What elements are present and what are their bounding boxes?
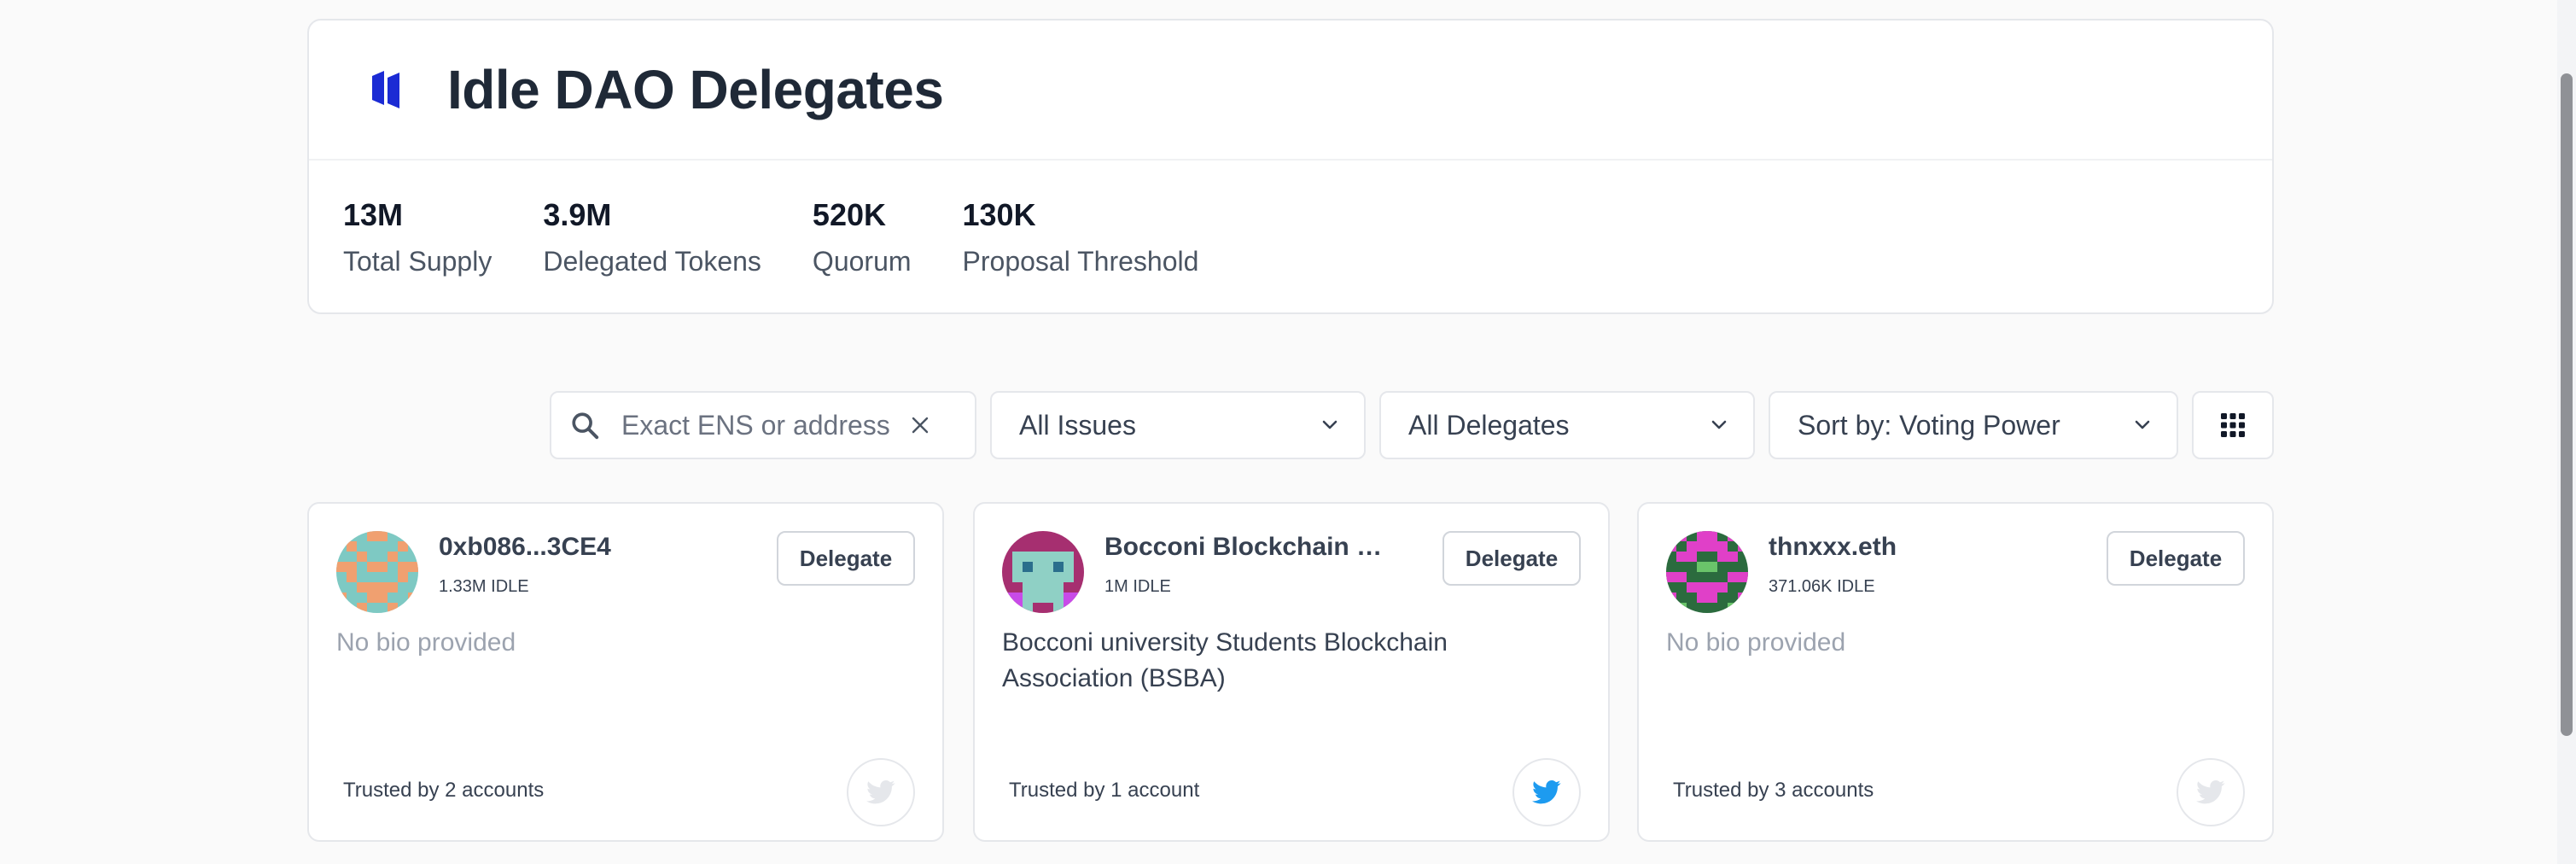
stat-delegated-tokens: 3.9M Delegated Tokens [543, 196, 761, 277]
grid-view-button[interactable] [2192, 391, 2274, 459]
page-scrollbar[interactable] [2557, 0, 2576, 864]
delegate-card[interactable]: thnxxx.eth 371.06K IDLE Delegate No bio … [1637, 502, 2274, 842]
stat-quorum: 520K Quorum [813, 196, 912, 277]
delegate-card[interactable]: Bocconi Blockchain C... 1M IDLE Delegate… [973, 502, 1610, 842]
stat-label: Total Supply [343, 246, 492, 277]
close-icon[interactable] [910, 415, 930, 435]
stat-value: 3.9M [543, 197, 612, 232]
stat-label: Delegated Tokens [543, 246, 761, 277]
grid-icon [2221, 413, 2245, 437]
twitter-icon [2196, 779, 2225, 804]
twitter-icon [866, 779, 895, 804]
chevron-down-icon [1711, 420, 1727, 429]
delegate-name[interactable]: 0xb086...3CE4 [439, 533, 611, 562]
stat-value: 13M [343, 197, 404, 232]
chevron-down-icon [2135, 420, 2150, 429]
delegate-bio: Bocconi university Students Blockchain A… [1002, 628, 1448, 692]
avatar [1002, 531, 1084, 613]
search-box[interactable] [550, 391, 976, 459]
avatar [1666, 531, 1748, 613]
trusted-count: Trusted by 3 accounts [1673, 779, 1874, 802]
sort-select-label: Sort by: Voting Power [1798, 409, 2060, 441]
delegate-bio: No bio provided [1666, 628, 1846, 657]
delegate-bio: No bio provided [336, 628, 516, 657]
stat-value: 130K [962, 197, 1036, 232]
voting-power: 1.33M IDLE [439, 577, 529, 596]
issues-select[interactable]: All Issues [990, 391, 1366, 459]
sort-select[interactable]: Sort by: Voting Power [1769, 391, 2178, 459]
stats-row: 13M Total Supply 3.9M Delegated Tokens 5… [309, 161, 2272, 277]
page-title: Idle DAO Delegates [447, 59, 944, 120]
idle-logo-icon [372, 71, 399, 108]
voting-power: 371.06K IDLE [1769, 577, 1875, 596]
search-icon [572, 412, 599, 440]
delegates-select[interactable]: All Delegates [1379, 391, 1755, 459]
chevron-down-icon [1322, 420, 1338, 429]
stat-value: 520K [812, 197, 886, 232]
twitter-icon [1532, 779, 1561, 804]
search-input[interactable] [621, 409, 903, 441]
delegate-button[interactable]: Delegate [1442, 531, 1581, 586]
avatar [336, 531, 418, 613]
delegate-name[interactable]: thnxxx.eth [1769, 533, 1897, 562]
dao-header-card: Idle DAO Delegates 13M Total Supply 3.9M… [307, 19, 2274, 314]
delegate-button[interactable]: Delegate [2107, 531, 2245, 586]
scrollbar-thumb[interactable] [2561, 73, 2573, 736]
twitter-button[interactable] [1512, 758, 1581, 826]
delegate-button[interactable]: Delegate [777, 531, 915, 586]
voting-power: 1M IDLE [1104, 577, 1171, 596]
twitter-button[interactable] [2177, 758, 2245, 826]
trusted-count: Trusted by 1 account [1009, 779, 1200, 802]
delegate-card[interactable]: 0xb086...3CE4 1.33M IDLE Delegate No bio… [307, 502, 944, 842]
stat-label: Proposal Threshold [962, 246, 1199, 277]
delegates-select-label: All Delegates [1408, 409, 1570, 441]
delegate-name[interactable]: Bocconi Blockchain C... [1104, 533, 1395, 562]
trusted-count: Trusted by 2 accounts [343, 779, 545, 802]
stat-total-supply: 13M Total Supply [343, 196, 492, 277]
twitter-button[interactable] [847, 758, 915, 826]
dao-header-top: Idle DAO Delegates [309, 20, 2272, 161]
stat-label: Quorum [812, 246, 912, 277]
stat-proposal-threshold: 130K Proposal Threshold [963, 196, 1199, 277]
issues-select-label: All Issues [1019, 409, 1136, 441]
